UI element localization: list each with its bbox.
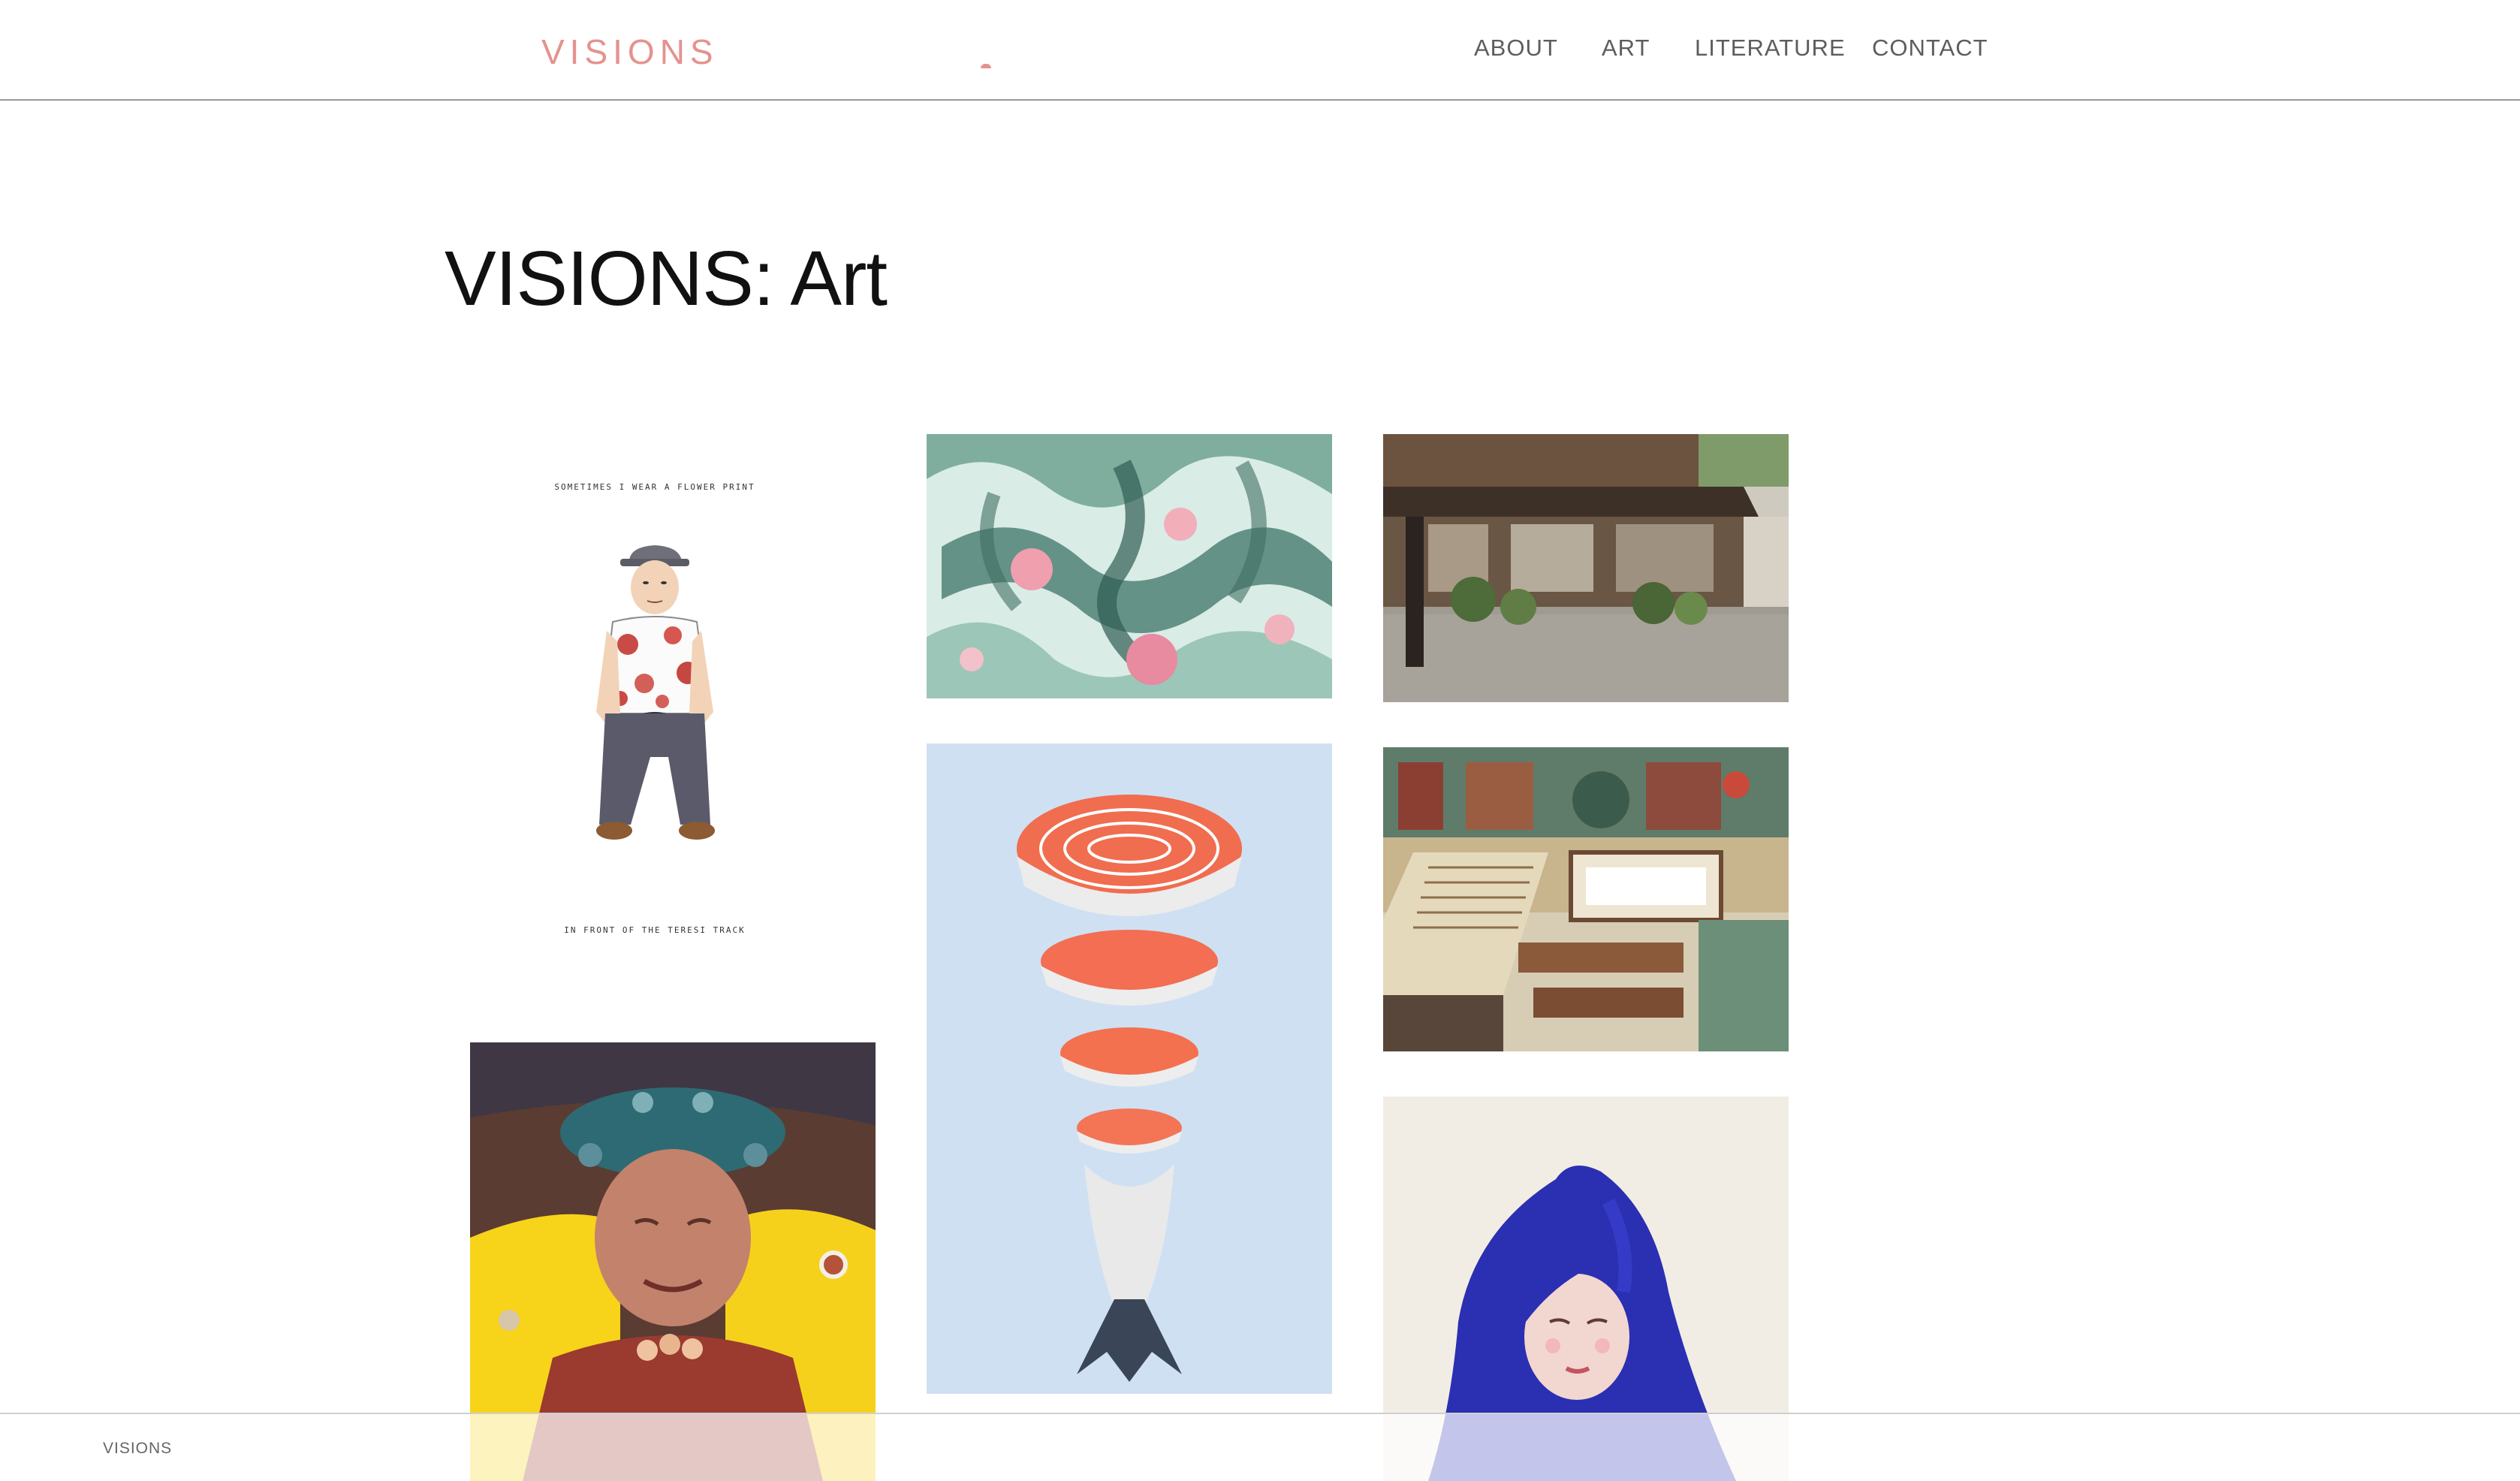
artwork-house-photo[interactable] (1383, 434, 1789, 702)
site-header: VISIONS ABOUT ART LITERATURE CONTACT (0, 0, 2520, 101)
site-footer: VISIONS (0, 1413, 2520, 1481)
nav-about[interactable]: ABOUT (1474, 35, 1558, 62)
artwork-image (927, 744, 1332, 1394)
artwork-caption-bottom: IN FRONT OF THE TERESI TRACK (564, 925, 745, 935)
artwork-image (1383, 747, 1789, 1051)
scroll-indicator-dot (981, 64, 991, 68)
artwork-green-abstract[interactable] (927, 434, 1332, 698)
artwork-caption-top: SOMETIMES I WEAR A FLOWER PRINT (554, 482, 755, 492)
page-title: VISIONS: Art (445, 235, 888, 321)
footer-site-name: VISIONS (103, 1440, 173, 1457)
nav-literature[interactable]: LITERATURE (1695, 35, 1846, 62)
artwork-image (1383, 434, 1789, 702)
site-logo[interactable]: VISIONS (541, 32, 719, 72)
nav-art[interactable]: ART (1602, 35, 1650, 62)
artwork-flower-print-man[interactable]: SOMETIMES I WEAR A FLOWER PRINT IN FRONT… (470, 434, 876, 945)
artwork-salmon-track[interactable] (927, 744, 1332, 1394)
nav-contact[interactable]: CONTACT (1872, 35, 1988, 62)
artwork-library-interior[interactable] (1383, 747, 1789, 1051)
artwork-image: SOMETIMES I WEAR A FLOWER PRINT IN FRONT… (470, 434, 876, 945)
artwork-image (927, 434, 1332, 698)
